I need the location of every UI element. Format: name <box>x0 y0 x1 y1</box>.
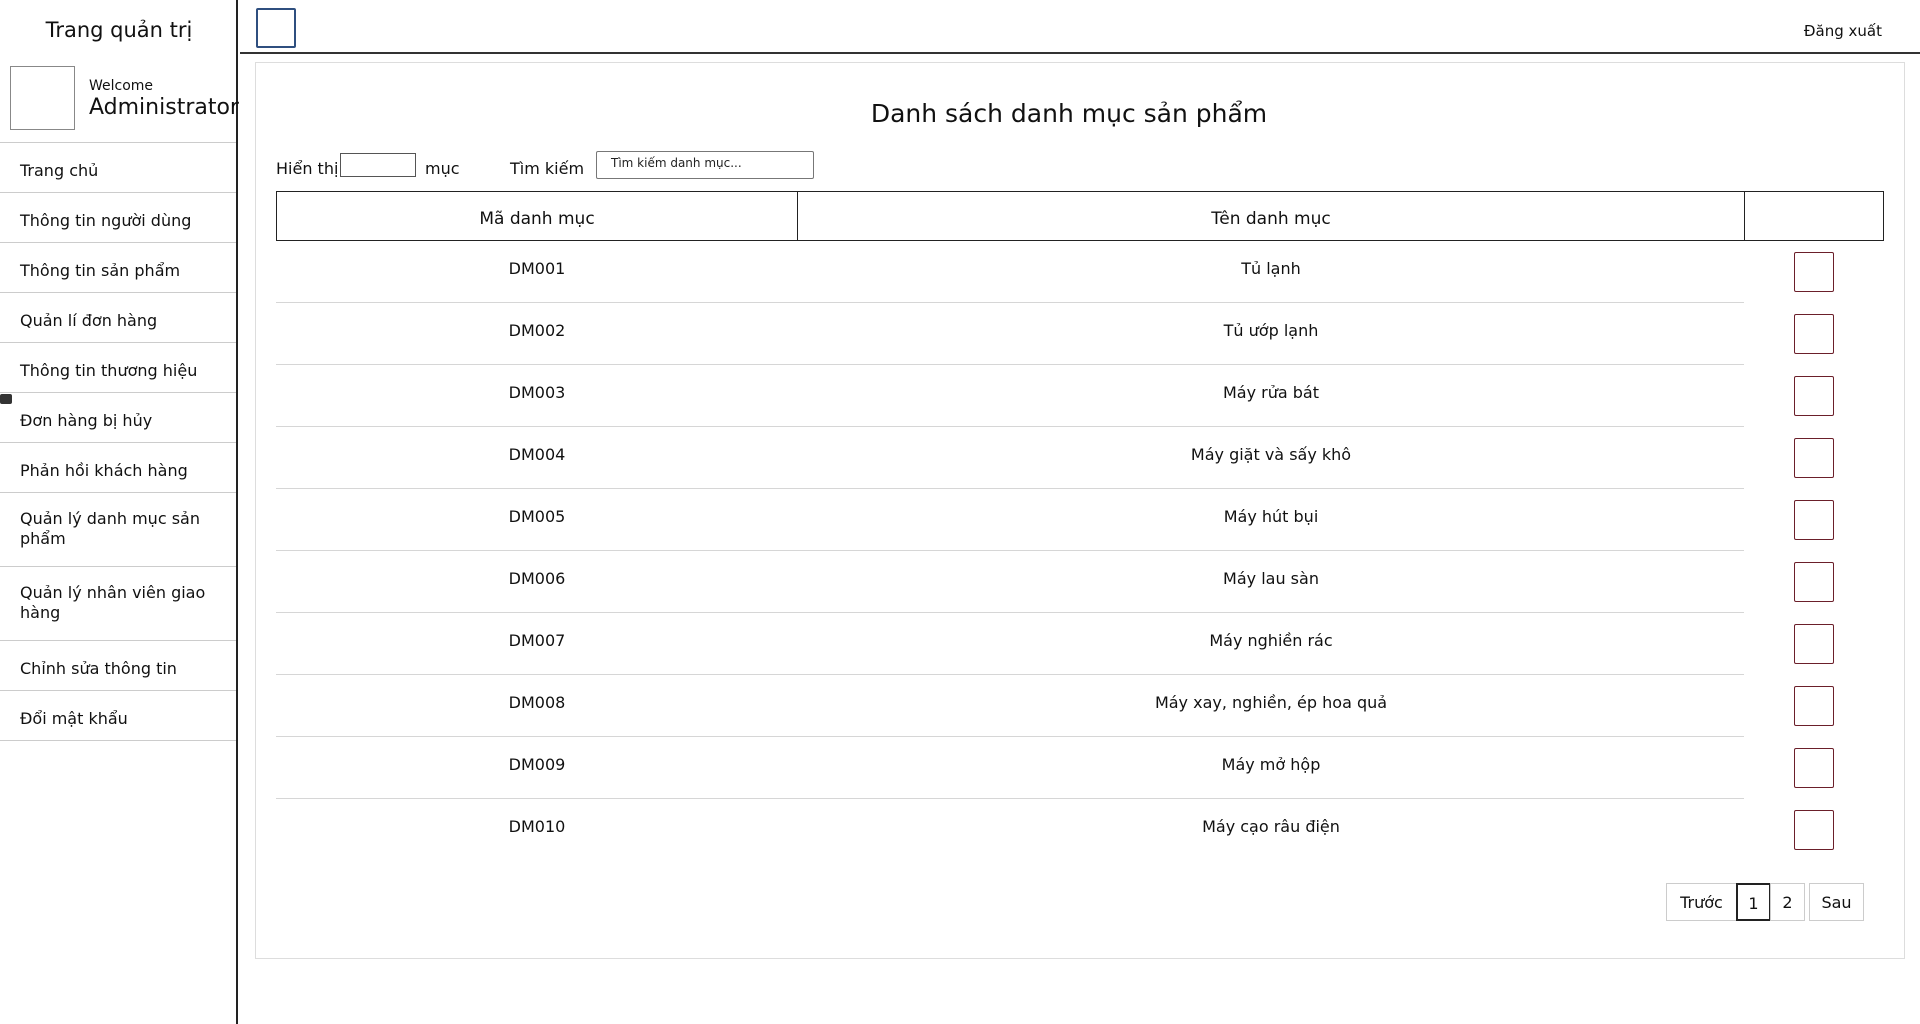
search-input[interactable]: Tìm kiếm danh mục... <box>596 151 814 179</box>
username: Administrator <box>89 95 239 120</box>
category-name: Máy hút bụi <box>1223 507 1319 526</box>
row-checkbox[interactable] <box>1794 252 1834 292</box>
table-row: DM005 Máy hút bụi <box>276 489 1834 551</box>
table-row: DM001 Tủ lạnh <box>276 241 1834 303</box>
category-code: DM008 <box>508 693 566 712</box>
collapse-handle-icon[interactable] <box>0 394 12 404</box>
main-content: Danh sách danh mục sản phẩm Hiển thị mục… <box>255 62 1905 959</box>
table-row: DM002 Tủ ướp lạnh <box>276 303 1834 365</box>
sidebar-item-user-info[interactable]: Thông tin người dùng <box>0 193 236 243</box>
category-name: Máy mở hộp <box>1221 755 1321 774</box>
table-row: DM010 Máy cạo râu điện <box>276 799 1834 861</box>
category-table: Mã danh mục Tên danh mục DM001 Tủ lạnh D… <box>276 191 1884 861</box>
menu-toggle-button[interactable] <box>256 8 296 48</box>
category-name: Máy lau sàn <box>1223 569 1319 588</box>
show-label: Hiển thị <box>276 159 339 178</box>
table-row: DM006 Máy lau sàn <box>276 551 1834 613</box>
page-title: Danh sách danh mục sản phẩm <box>870 99 1268 128</box>
row-checkbox[interactable] <box>1794 376 1834 416</box>
table-row: DM009 Máy mở hộp <box>276 737 1834 799</box>
category-code: DM010 <box>508 817 566 836</box>
table-row: DM003 Máy rửa bát <box>276 365 1834 427</box>
page-1-button[interactable]: 1 <box>1736 883 1771 921</box>
category-code: DM007 <box>508 631 566 650</box>
sidebar-item-edit-profile[interactable]: Chỉnh sửa thông tin <box>0 641 236 691</box>
sidebar-menu: Trang chủ Thông tin người dùng Thông tin… <box>0 142 236 741</box>
sidebar-item-home[interactable]: Trang chủ <box>0 143 236 193</box>
category-code: DM002 <box>508 321 566 340</box>
sidebar-item-order-management[interactable]: Quản lí đơn hàng <box>0 293 236 343</box>
row-checkbox[interactable] <box>1794 810 1834 850</box>
category-name: Máy giặt và sấy khô <box>1190 445 1352 464</box>
row-checkbox[interactable] <box>1794 438 1834 478</box>
category-name: Máy rửa bát <box>1222 383 1319 402</box>
sidebar-title: Trang quản trị <box>45 18 193 42</box>
page-2-button[interactable]: 2 <box>1770 883 1805 921</box>
row-checkbox[interactable] <box>1794 624 1834 664</box>
search-label: Tìm kiếm <box>510 159 585 178</box>
avatar <box>10 66 75 130</box>
category-name: Máy cạo râu điện <box>1202 817 1340 836</box>
table-header: Mã danh mục Tên danh mục <box>276 191 1884 241</box>
category-code: DM006 <box>508 569 566 588</box>
category-name: Tủ lạnh <box>1241 259 1301 278</box>
sidebar-item-change-password[interactable]: Đổi mật khẩu <box>0 691 236 741</box>
sidebar-item-customer-feedback[interactable]: Phản hồi khách hàng <box>0 443 236 493</box>
show-suffix-label: mục <box>425 159 460 178</box>
row-checkbox[interactable] <box>1794 748 1834 788</box>
prev-page-button[interactable]: Trước <box>1666 883 1737 921</box>
table-row: DM008 Máy xay, nghiền, ép hoa quả <box>276 675 1834 737</box>
table-row: DM007 Máy nghiền rác <box>276 613 1834 675</box>
category-code: DM001 <box>508 259 566 278</box>
sidebar-item-product-info[interactable]: Thông tin sản phẩm <box>0 243 236 293</box>
table-body: DM001 Tủ lạnh DM002 Tủ ướp lạnh DM003 Má… <box>276 241 1884 861</box>
table-row: DM004 Máy giặt và sấy khô <box>276 427 1834 489</box>
sidebar-item-cancelled-orders[interactable]: Đơn hàng bị hủy <box>0 393 236 443</box>
next-page-button[interactable]: Sau <box>1809 883 1864 921</box>
category-code: DM004 <box>508 445 566 464</box>
category-name: Máy nghiền rác <box>1209 631 1333 650</box>
column-header-code[interactable]: Mã danh mục <box>276 191 798 241</box>
row-checkbox[interactable] <box>1794 500 1834 540</box>
logout-link[interactable]: Đăng xuất <box>1804 22 1882 40</box>
sidebar-item-brand-info[interactable]: Thông tin thương hiệu <box>0 343 236 393</box>
column-header-name[interactable]: Tên danh mục <box>797 191 1745 241</box>
category-name: Tủ ướp lạnh <box>1223 321 1319 340</box>
topbar: Đăng xuất <box>240 0 1920 54</box>
entries-count-input[interactable] <box>340 153 416 177</box>
row-checkbox[interactable] <box>1794 686 1834 726</box>
sidebar-item-shipper-management[interactable]: Quản lý nhân viên giao hàng <box>0 567 236 641</box>
category-code: DM009 <box>508 755 566 774</box>
row-checkbox[interactable] <box>1794 562 1834 602</box>
row-checkbox[interactable] <box>1794 314 1834 354</box>
category-code: DM003 <box>508 383 566 402</box>
welcome-text: Welcome <box>89 78 154 94</box>
column-header-select <box>1744 191 1884 241</box>
category-code: DM005 <box>508 507 566 526</box>
sidebar-item-category-management[interactable]: Quản lý danh mục sản phẩm <box>0 493 236 567</box>
category-name: Máy xay, nghiền, ép hoa quả <box>1154 693 1388 712</box>
sidebar: Trang quản trị Welcome Administrator Tra… <box>0 0 239 1024</box>
